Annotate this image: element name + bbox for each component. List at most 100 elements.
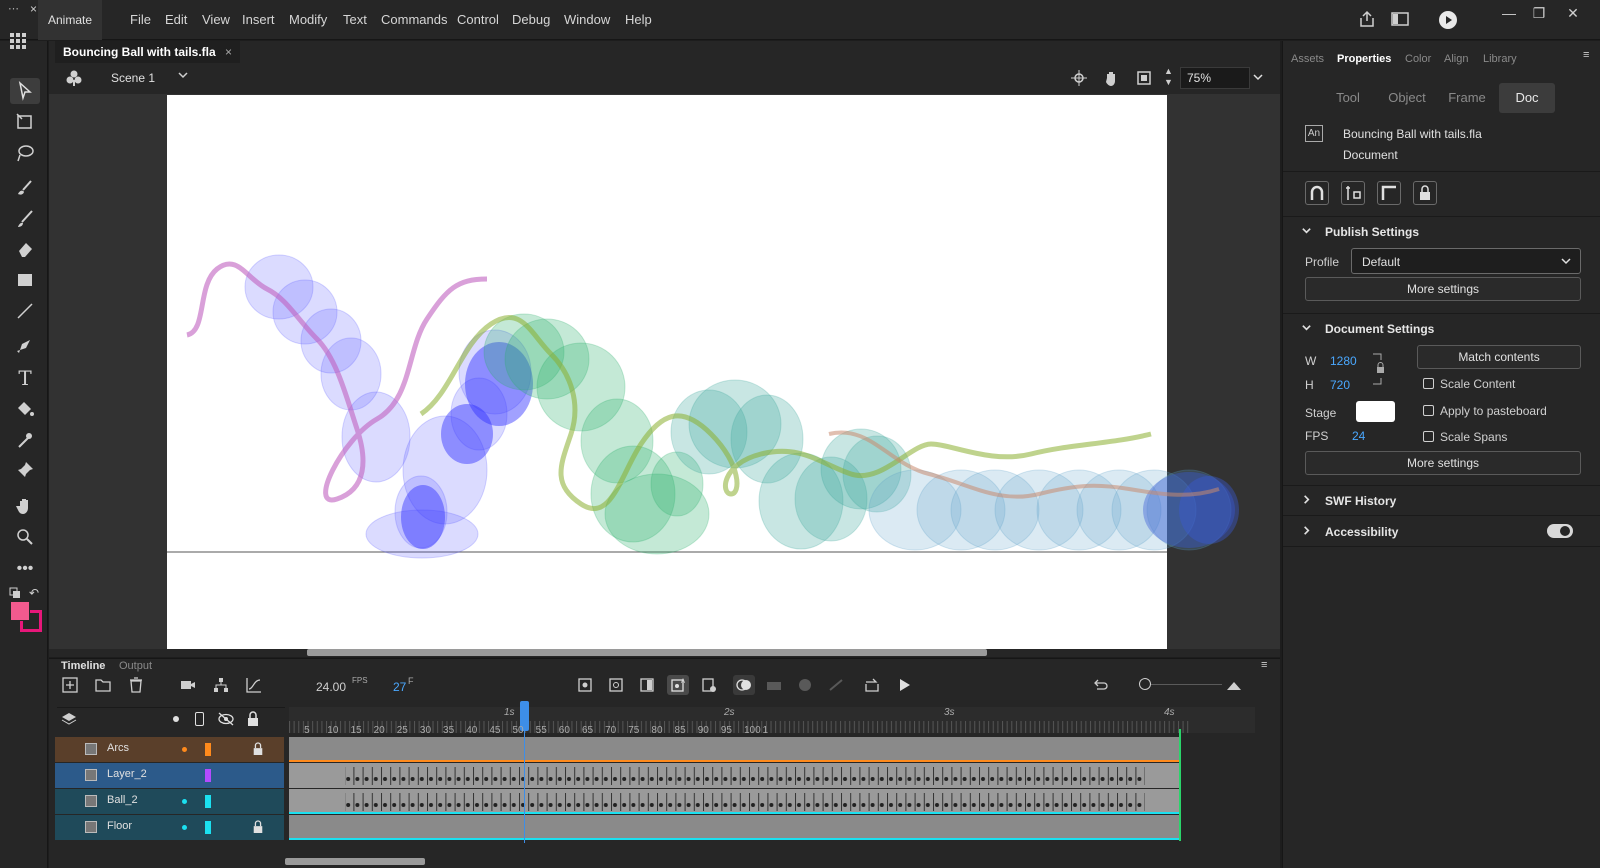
parenting-icon[interactable]: [210, 675, 232, 695]
selection-tool-icon[interactable]: [10, 78, 40, 104]
play-icon[interactable]: [893, 675, 915, 695]
layer-color-swatch[interactable]: [205, 795, 211, 808]
fps-value[interactable]: 24.00: [316, 680, 346, 694]
panel-menu-icon[interactable]: ≡: [1583, 49, 1589, 61]
lasso-icon[interactable]: [10, 140, 40, 166]
line-tool-icon[interactable]: [10, 298, 40, 324]
docset-chevron-icon[interactable]: [1301, 322, 1312, 336]
rotate-stage-icon[interactable]: [1102, 69, 1120, 87]
docset-more-settings-button[interactable]: More settings: [1305, 451, 1581, 475]
close-icon[interactable]: ×: [30, 2, 37, 16]
timeline-scrollbar-thumb[interactable]: [285, 858, 425, 865]
test-movie-icon[interactable]: [1438, 10, 1458, 30]
menu-edit[interactable]: Edit: [165, 0, 187, 40]
onion-skin-icon[interactable]: [733, 675, 755, 695]
layer-name[interactable]: Ball_2: [107, 794, 138, 806]
hide-all-icon[interactable]: [217, 711, 235, 730]
text-tool-icon[interactable]: T: [10, 365, 40, 391]
window-close-icon[interactable]: ✕: [1560, 2, 1586, 24]
layer-layer2[interactable]: Layer_2: [55, 763, 284, 788]
width-value[interactable]: 1280: [1330, 354, 1357, 368]
layer-visibility-dot[interactable]: [182, 825, 187, 830]
fps-field[interactable]: 24: [1352, 429, 1365, 443]
frames-arcs[interactable]: [289, 737, 1179, 762]
menu-text[interactable]: Text: [343, 0, 367, 40]
scene-name[interactable]: Scene 1: [111, 71, 155, 85]
document-tab[interactable]: Bouncing Ball with tails.fla ×: [55, 41, 241, 63]
tab-output[interactable]: Output: [119, 660, 152, 674]
seg-tool[interactable]: Tool: [1323, 83, 1373, 113]
snap-icon[interactable]: [1305, 181, 1329, 205]
loop-icon[interactable]: [861, 675, 883, 695]
layer-visibility-dot[interactable]: [182, 799, 187, 804]
eraser-icon[interactable]: [10, 236, 40, 262]
share-icon[interactable]: [1358, 10, 1376, 28]
zoom-stepper-icon[interactable]: ▲ ▼: [1164, 66, 1173, 88]
classic-tween-icon[interactable]: [825, 675, 847, 695]
undo-zoom-icon[interactable]: [1089, 675, 1111, 695]
lock-document-icon[interactable]: [1413, 181, 1437, 205]
current-frame[interactable]: 27: [393, 680, 406, 694]
lock-icon[interactable]: [252, 742, 264, 759]
layer-color-swatch[interactable]: [205, 769, 211, 782]
rectangle-tool-icon[interactable]: [10, 267, 40, 293]
stage-frame-icon[interactable]: [1377, 181, 1401, 205]
clip-content-icon[interactable]: [1136, 70, 1152, 86]
layer-ball2[interactable]: Ball_2: [55, 789, 284, 814]
profile-select[interactable]: Default: [1351, 248, 1581, 274]
apply-pasteboard-checkbox[interactable]: [1423, 405, 1434, 416]
zoom-tool-icon[interactable]: [10, 524, 40, 550]
more-tools-icon[interactable]: •••: [10, 556, 40, 582]
stage-horizontal-scrollbar[interactable]: [49, 649, 1280, 657]
frames-layer2[interactable]: [289, 763, 1179, 788]
scale-spans-checkbox[interactable]: [1423, 431, 1434, 442]
layer-name[interactable]: Layer_2: [107, 768, 147, 780]
publish-more-settings-button[interactable]: More settings: [1305, 277, 1581, 301]
menu-insert[interactable]: Insert: [242, 0, 275, 40]
scale-content-checkbox[interactable]: [1423, 378, 1434, 389]
layer-arcs[interactable]: Arcs: [55, 737, 284, 762]
new-layer-icon[interactable]: [59, 675, 81, 695]
layer-visibility-dot[interactable]: [182, 747, 187, 752]
pin-icon[interactable]: [10, 457, 40, 483]
publish-settings-title[interactable]: Publish Settings: [1325, 225, 1419, 239]
swf-history-title[interactable]: SWF History: [1325, 494, 1396, 508]
seg-frame[interactable]: Frame: [1439, 83, 1495, 113]
insert-frame-icon[interactable]: [636, 675, 658, 695]
lock-icon[interactable]: [252, 820, 264, 837]
layer-color-swatch[interactable]: [205, 743, 211, 756]
scrollbar-thumb[interactable]: [307, 649, 987, 656]
outline-layers-icon[interactable]: [195, 712, 204, 726]
tab-assets[interactable]: Assets: [1291, 53, 1324, 69]
swf-chevron-icon[interactable]: [1301, 494, 1312, 508]
document-settings-title[interactable]: Document Settings: [1325, 322, 1434, 336]
pen-tool-icon[interactable]: [10, 334, 40, 360]
hand-tool-icon[interactable]: [10, 493, 40, 519]
frames-ball2[interactable]: [289, 789, 1179, 814]
free-transform-icon[interactable]: [10, 109, 40, 135]
swap-colors-icon[interactable]: [9, 587, 21, 599]
tab-close-icon[interactable]: ×: [225, 45, 232, 59]
center-stage-icon[interactable]: [1071, 70, 1087, 86]
workspace-icon[interactable]: [8, 31, 34, 53]
paint-bucket-icon[interactable]: [10, 396, 40, 422]
default-colors-icon[interactable]: ↶: [29, 586, 43, 600]
constrain-link-icon[interactable]: [1373, 353, 1387, 385]
new-folder-icon[interactable]: [92, 675, 114, 695]
paint-brush-icon[interactable]: [10, 175, 40, 201]
tab-library[interactable]: Library: [1483, 53, 1517, 69]
seg-doc[interactable]: Doc: [1499, 83, 1555, 113]
menu-modify[interactable]: Modify: [289, 0, 327, 40]
accessibility-toggle[interactable]: [1547, 524, 1573, 538]
menu-window[interactable]: Window: [564, 0, 610, 40]
layer-color-swatch[interactable]: [205, 821, 211, 834]
timeline-zoom-slider[interactable]: [1142, 684, 1222, 685]
auto-keyframe-icon[interactable]: A: [667, 675, 689, 695]
layer-name[interactable]: Arcs: [107, 742, 129, 754]
timeline-zoom-handle[interactable]: [1139, 678, 1151, 690]
scene-dropdown-icon[interactable]: [177, 69, 189, 84]
lock-all-icon[interactable]: [246, 711, 260, 730]
minimize-icon[interactable]: —: [1496, 2, 1522, 24]
match-contents-button[interactable]: Match contents: [1417, 345, 1581, 369]
accessibility-chevron-icon[interactable]: [1301, 525, 1312, 539]
